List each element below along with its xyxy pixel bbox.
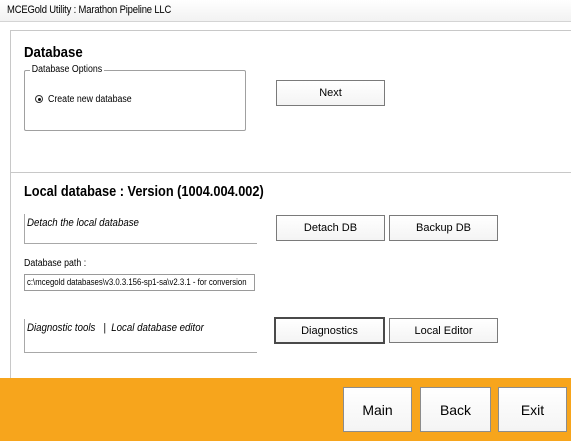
database-heading: Database [24, 44, 83, 61]
main-button[interactable]: Main [343, 387, 412, 432]
local-database-heading: Local database : Version (1004.004.002) [24, 184, 264, 200]
tools-caption: Diagnostic tools | Local database editor [27, 322, 204, 334]
diagnostics-button[interactable]: Diagnostics [274, 317, 385, 344]
window-title: MCEGold Utility : Marathon Pipeline LLC [7, 4, 172, 16]
database-options-label: Database Options [30, 64, 104, 75]
create-new-database-label[interactable]: Create new database [48, 94, 132, 105]
database-path-value: c:\mcegold databases\v3.0.3.156-sp1-sa\v… [27, 277, 247, 288]
title-bar: MCEGold Utility : Marathon Pipeline LLC [0, 0, 571, 22]
database-path-label: Database path : [24, 258, 87, 269]
exit-button[interactable]: Exit [498, 387, 567, 432]
radio-selected-dot [38, 98, 41, 101]
detach-caption: Detach the local database [27, 217, 139, 229]
backup-db-button[interactable]: Backup DB [389, 215, 498, 241]
database-path-field[interactable]: c:\mcegold databases\v3.0.3.156-sp1-sa\v… [24, 274, 255, 291]
detach-db-button[interactable]: Detach DB [276, 215, 385, 241]
local-editor-button[interactable]: Local Editor [389, 318, 498, 343]
next-button[interactable]: Next [276, 80, 385, 106]
back-button[interactable]: Back [420, 387, 491, 432]
create-new-database-radio[interactable] [35, 95, 43, 103]
